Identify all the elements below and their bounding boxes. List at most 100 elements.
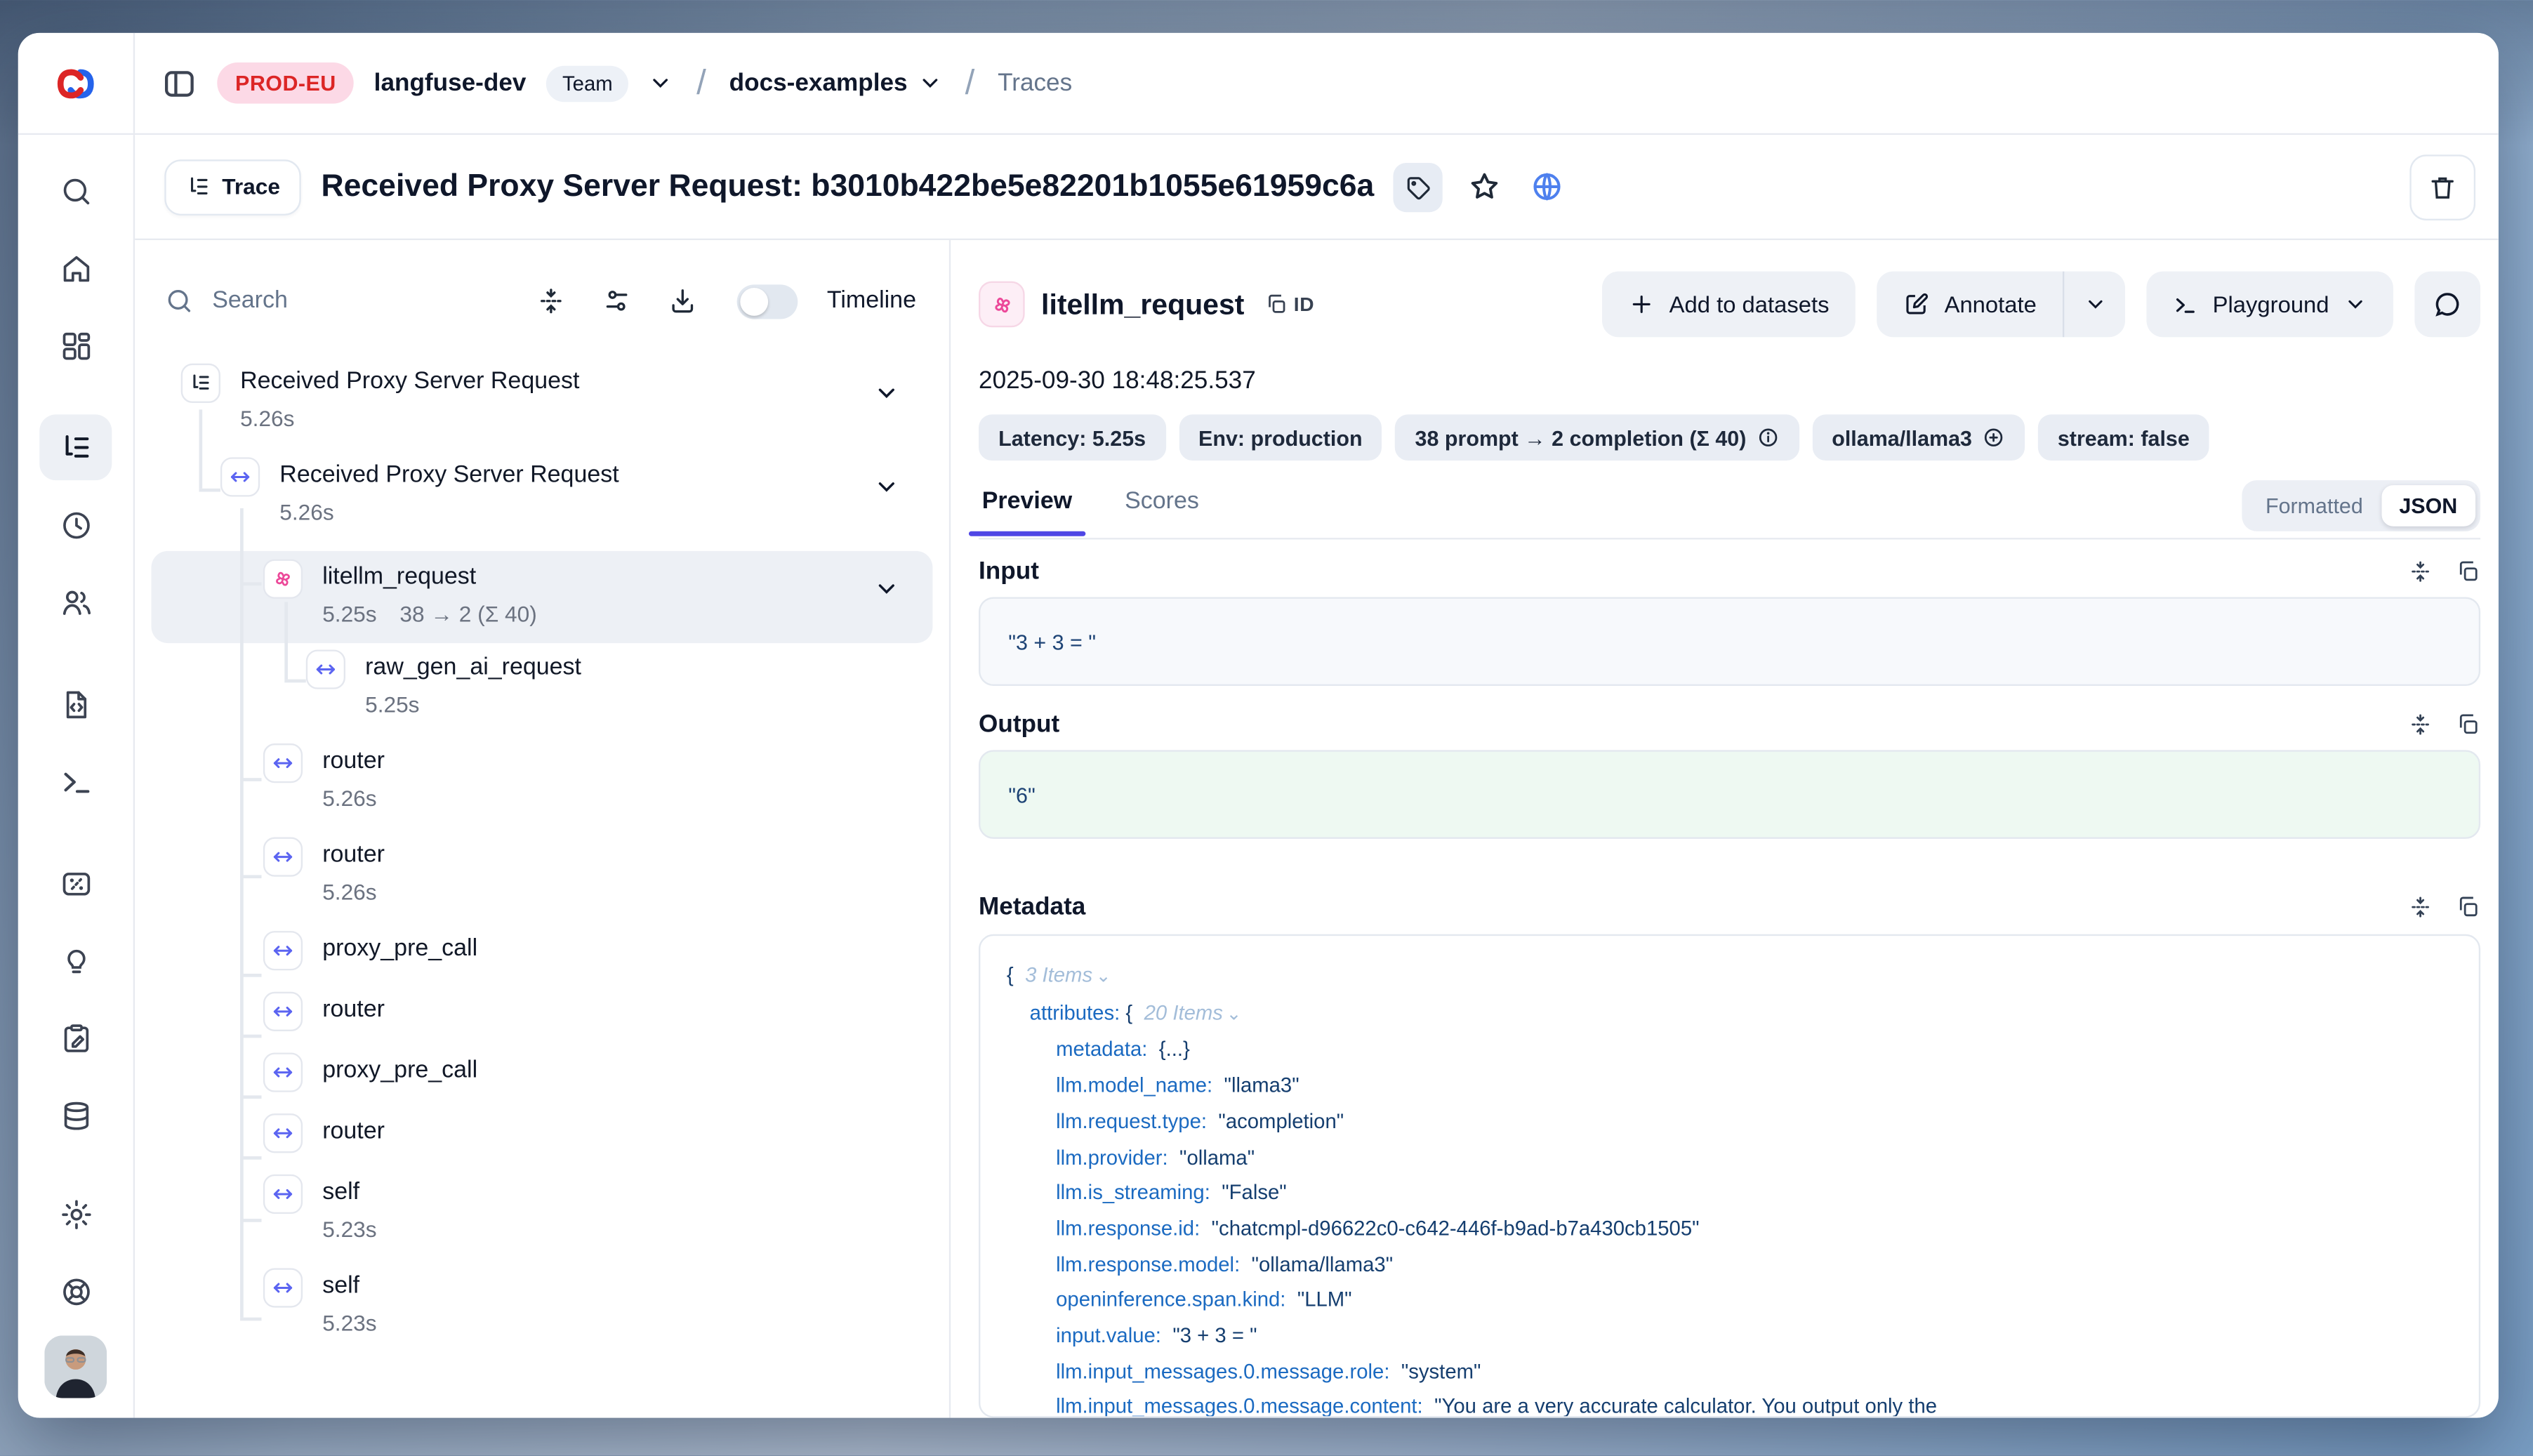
download-icon[interactable] [668, 286, 697, 316]
lightbulb-icon [58, 944, 93, 978]
annotate-button[interactable]: Annotate [1877, 272, 2063, 338]
home-icon [58, 251, 93, 285]
chevron-down-icon[interactable] [873, 380, 899, 406]
fold-section-icon[interactable] [2408, 560, 2433, 584]
tree-row-duration: 5.26s [279, 497, 333, 530]
chevron-down-icon [2344, 293, 2367, 316]
playground-button[interactable]: Playground [2147, 272, 2393, 338]
tree-row-span[interactable]: proxy_pre_call [135, 931, 949, 970]
user-avatar[interactable] [44, 1335, 107, 1398]
filter-settings-icon[interactable] [602, 286, 631, 316]
chevron-down-icon[interactable]: ⌄ [1096, 967, 1111, 987]
observation-badges: Latency: 5.25s Env: production 38 prompt… [979, 414, 2480, 461]
span-arrows-icon [220, 457, 260, 496]
model-badge[interactable]: ollama/llama3 [1812, 414, 2025, 461]
tree-toolbar: Timeline [164, 272, 916, 331]
tab-preview[interactable]: Preview [979, 488, 1076, 534]
tree-row-duration: 5.25s [365, 689, 419, 722]
rail-users-button[interactable] [39, 569, 112, 635]
observation-timestamp: 2025-09-30 18:48:25.537 [979, 367, 2480, 395]
chevron-down-icon[interactable] [873, 474, 899, 500]
json-line: llm.input_messages.0.message.role:"syste… [1007, 1355, 2452, 1391]
tree-row-span[interactable]: router [135, 1113, 949, 1153]
timeline-toggle[interactable] [736, 284, 798, 318]
users-icon [58, 585, 93, 619]
fold-section-icon[interactable] [2408, 713, 2433, 737]
annotate-menu-chevron-icon[interactable] [2063, 272, 2125, 338]
rail-datasets-button[interactable] [39, 1083, 112, 1149]
comment-button[interactable] [2414, 272, 2480, 338]
tree-row-trace-root[interactable]: Received Proxy Server Request 5.26s [135, 364, 949, 436]
rail-search-button[interactable] [39, 158, 112, 224]
metadata-json-viewer: {3 Items⌄ attributes: {20 Items⌄ metadat… [979, 934, 2480, 1418]
rail-insights-button[interactable] [39, 927, 112, 993]
tag-button[interactable] [1394, 162, 1443, 211]
chevron-down-icon[interactable] [873, 576, 899, 602]
json-line[interactable]: {3 Items⌄ [1007, 959, 2452, 996]
tree-row-span[interactable]: router 5.26s [135, 743, 949, 816]
rail-sessions-button[interactable] [39, 492, 112, 558]
rail-playground-button[interactable] [39, 748, 112, 814]
rail-settings-button[interactable] [39, 1181, 112, 1247]
rail-support-button[interactable] [39, 1258, 112, 1324]
langfuse-logo-icon[interactable] [54, 62, 97, 105]
span-arrows-icon [306, 649, 345, 689]
clipboard-pen-icon [58, 1021, 93, 1055]
rail-annotation-button[interactable] [39, 1005, 112, 1071]
span-arrows-icon [263, 1052, 303, 1092]
rail-evaluation-button[interactable] [39, 850, 112, 916]
json-view-toggle[interactable]: JSON [2381, 485, 2475, 527]
tree-row-span[interactable]: self 5.23s [135, 1174, 949, 1247]
trace-tree-icon [181, 364, 220, 403]
delete-trace-button[interactable] [2409, 154, 2475, 220]
desktop-background: PROD-EU langfuse-dev Team / docs-example… [0, 0, 2533, 1456]
org-switcher-chevron-icon[interactable] [649, 71, 673, 95]
breadcrumb-section[interactable]: Traces [998, 69, 1072, 97]
rail-traces-button[interactable] [39, 414, 112, 480]
tree-row-generation-selected[interactable]: litellm_request 5.25s38 → 2 (Σ 40) [152, 551, 933, 643]
environment-badge: PROD-EU [217, 62, 354, 104]
json-line: llm.input_messages.0.message.content:"Yo… [1007, 1391, 2452, 1418]
token-usage-badge[interactable]: 38 prompt → 2 completion (Σ 40) [1395, 414, 1799, 461]
output-value-box: "6" [979, 750, 2480, 839]
observation-detail-panel: litellm_request ID Add to datasets Annot… [951, 240, 2499, 1418]
tree-row-span[interactable]: self 5.23s [135, 1268, 949, 1340]
tree-row-span[interactable]: proxy_pre_call [135, 1052, 949, 1092]
info-icon [1756, 426, 1779, 449]
json-line[interactable]: attributes: {20 Items⌄ [1007, 996, 2452, 1033]
formatted-view-toggle[interactable]: Formatted [2247, 485, 2381, 527]
tree-row-label: Received Proxy Server Request [240, 364, 579, 400]
tree-row-label: router [322, 1113, 385, 1150]
bookmark-star-button[interactable] [1463, 165, 1506, 208]
copy-id-button[interactable]: ID [1264, 293, 1315, 316]
project-name[interactable]: docs-examples [729, 69, 942, 97]
plus-circle-icon [1982, 426, 2005, 449]
tab-scores[interactable]: Scores [1121, 488, 1202, 534]
tree-row-span[interactable]: raw_gen_ai_request 5.25s [135, 649, 949, 722]
json-line: openinference.span.kind:"LLM" [1007, 1283, 2452, 1319]
rail-home-button[interactable] [39, 235, 112, 301]
tree-row-span[interactable]: Received Proxy Server Request 5.26s [135, 457, 949, 529]
copy-icon[interactable] [2456, 560, 2480, 584]
organization-name[interactable]: langfuse-dev [374, 69, 527, 97]
collapse-all-icon[interactable] [536, 286, 565, 316]
metadata-section-header: Metadata [979, 893, 2480, 921]
public-share-button[interactable] [1526, 165, 1568, 208]
tree-row-span[interactable]: router [135, 992, 949, 1031]
star-icon [1467, 169, 1502, 204]
tree-row-duration: 5.23s [322, 1308, 376, 1341]
chevron-down-icon[interactable]: ⌄ [1226, 1005, 1242, 1024]
json-line[interactable]: metadata:{...} [1007, 1033, 2452, 1069]
fold-section-icon[interactable] [2408, 895, 2433, 920]
top-navigation-bar: PROD-EU langfuse-dev Team / docs-example… [18, 33, 2499, 135]
add-to-datasets-button[interactable]: Add to datasets [1602, 272, 1856, 338]
copy-icon[interactable] [2456, 713, 2480, 737]
copy-icon[interactable] [2456, 895, 2480, 920]
tree-row-span[interactable]: router 5.26s [135, 838, 949, 910]
rail-dashboards-button[interactable] [39, 312, 112, 378]
tree-search-input[interactable] [209, 286, 500, 316]
tag-icon [1406, 173, 1431, 199]
rail-prompts-button[interactable] [39, 671, 112, 737]
sidebar-toggle-icon[interactable] [161, 65, 198, 102]
tree-row-duration: 5.25s [322, 599, 376, 632]
